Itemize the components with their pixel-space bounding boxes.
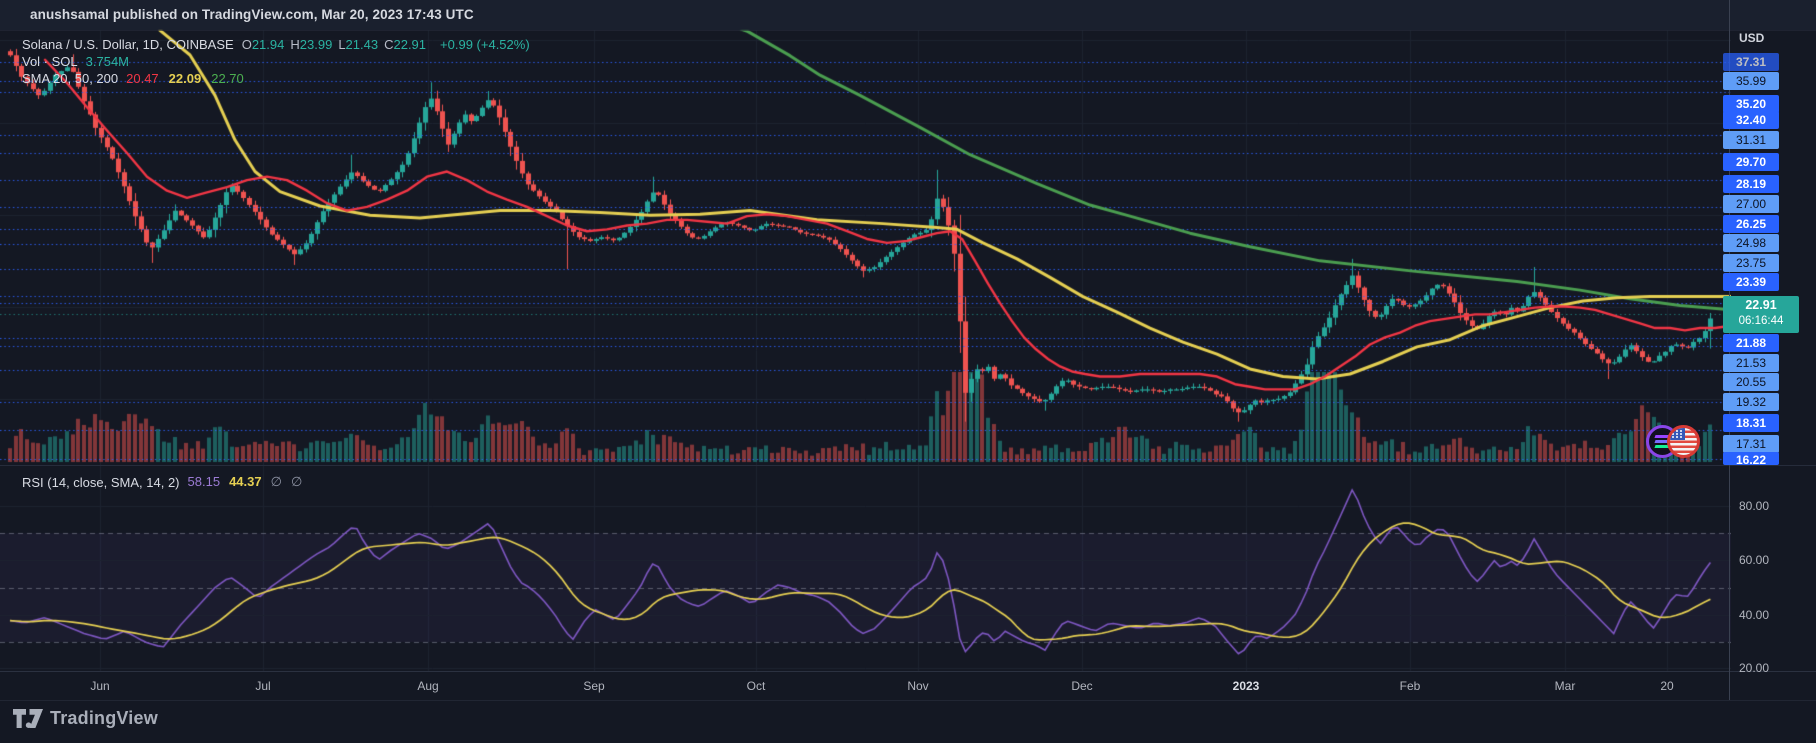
ohlc-values: O21.94 H23.99 L21.43 C22.91 <box>242 37 432 52</box>
tradingview-chart-screenshot: anushsamal published on TradingView.com,… <box>0 0 1816 743</box>
volume-legend-row[interactable]: Vol · SOL 3.754M <box>22 54 129 69</box>
time-tick: Nov <box>907 679 928 693</box>
tradingview-logo-icon <box>13 709 43 728</box>
currency-label: USD <box>1739 31 1764 45</box>
rsi-axis-label: 20.00 <box>1739 661 1769 675</box>
symbol-title: Solana / U.S. Dollar, 1D, COINBASE <box>22 37 234 52</box>
time-tick: Aug <box>417 679 438 693</box>
time-tick: Dec <box>1071 679 1092 693</box>
time-tick: 2023 <box>1233 679 1260 693</box>
change-value: +0.99 (+4.52%) <box>440 37 530 52</box>
price-level-label: 16.22 <box>1723 452 1779 465</box>
rsi-value: ∅ <box>271 474 282 489</box>
price-level-label: 26.25 <box>1723 215 1779 233</box>
pane-top-border <box>0 30 1816 31</box>
rsi-values: 58.15 44.37 ∅ ∅ <box>188 474 312 490</box>
price-level-label: 32.40 <box>1723 111 1779 129</box>
sma-values: 20.47 22.09 22.70 <box>126 71 254 86</box>
sma-value: 20.47 <box>126 71 159 86</box>
sma-value: 22.09 <box>169 71 202 86</box>
volume-label: Vol · SOL <box>22 54 78 69</box>
symbol-legend-row[interactable]: Solana / U.S. Dollar, 1D, COINBASE O21.9… <box>22 37 530 52</box>
price-level-label: 21.53 <box>1723 354 1779 372</box>
price-level-label: 37.31 <box>1723 53 1779 71</box>
time-tick: Mar <box>1555 679 1576 693</box>
price-level-label: 35.99 <box>1723 72 1779 90</box>
time-tick: Jun <box>90 679 109 693</box>
chart-canvas[interactable] <box>0 0 1731 700</box>
time-tick: Oct <box>747 679 766 693</box>
price-level-label: 19.32 <box>1723 393 1779 411</box>
rsi-value: 58.15 <box>188 474 221 489</box>
rsi-axis-label: 40.00 <box>1739 608 1769 622</box>
rsi-value: ∅ <box>291 474 302 489</box>
volume-value: 3.754M <box>86 54 129 69</box>
time-axis[interactable]: Jun Jul Aug Sep Oct Nov Dec 2023 Feb Mar 20 <box>0 672 1816 700</box>
time-tick: Sep <box>583 679 604 693</box>
pane-separator[interactable] <box>0 465 1816 466</box>
price-level-label: 28.19 <box>1723 175 1779 193</box>
sma-label: SMA 20, 50, 200 <box>22 71 118 86</box>
time-tick: Feb <box>1400 679 1421 693</box>
price-level-label: 17.31 <box>1723 435 1779 453</box>
price-level-label: 20.55 <box>1723 373 1779 391</box>
price-level-label: 23.39 <box>1723 273 1779 291</box>
price-level-label: 29.70 <box>1723 153 1779 171</box>
rsi-value: 44.37 <box>229 474 262 489</box>
usd-flag-icon <box>1667 425 1700 458</box>
rsi-legend-row[interactable]: RSI (14, close, SMA, 14, 2) 58.15 44.37 ∅ ∅ <box>22 474 311 490</box>
price-axis[interactable]: USD 37.3135.9935.2032.4031.3129.7028.192… <box>1729 0 1816 700</box>
rsi-axis-label: 80.00 <box>1739 499 1769 513</box>
sma-value: 22.70 <box>211 71 244 86</box>
pair-logos <box>1646 423 1704 463</box>
footer-border <box>0 700 1816 701</box>
price-level-label: 23.75 <box>1723 254 1779 272</box>
ohlc-item: O21.94 <box>242 37 285 52</box>
time-tick: 20 <box>1660 679 1673 693</box>
price-level-label: 18.31 <box>1723 414 1779 432</box>
price-level-label: 21.88 <box>1723 334 1779 352</box>
rsi-axis-label: 60.00 <box>1739 553 1769 567</box>
tradingview-footer[interactable]: TradingView <box>13 708 158 729</box>
rsi-label: RSI (14, close, SMA, 14, 2) <box>22 475 180 490</box>
price-level-label: 31.31 <box>1723 131 1779 149</box>
price-level-label: 24.98 <box>1723 234 1779 252</box>
ohlc-item: L21.43 <box>338 37 378 52</box>
ohlc-item: C22.91 <box>384 37 426 52</box>
sma-legend-row[interactable]: SMA 20, 50, 200 20.47 22.09 22.70 <box>22 71 254 86</box>
tradingview-brand-text: TradingView <box>50 708 158 729</box>
time-tick: Jul <box>255 679 270 693</box>
price-level-label: 27.00 <box>1723 195 1779 213</box>
current-price-label: 22.9106:16:44 <box>1723 296 1799 333</box>
ohlc-item: H23.99 <box>290 37 332 52</box>
